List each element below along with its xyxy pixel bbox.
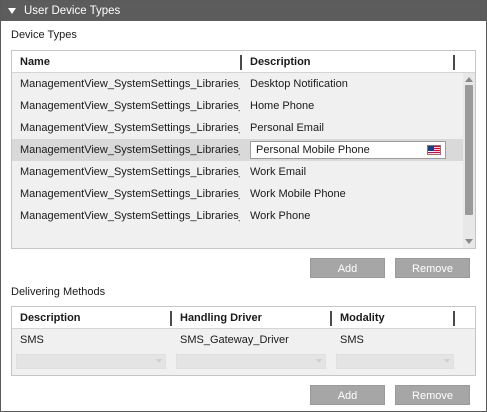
cell-description: Work Email xyxy=(250,166,307,178)
cell-name: ManagementView_SystemSettings_Libraries_ xyxy=(20,166,240,178)
new-handling-driver-field[interactable] xyxy=(176,354,326,369)
cell-name: ManagementView_SystemSettings_Libraries_ xyxy=(20,188,240,200)
table-row[interactable]: ManagementView_SystemSettings_Libraries_… xyxy=(12,205,464,227)
device-types-add-button[interactable]: Add xyxy=(310,258,385,278)
chevron-down-icon xyxy=(444,359,450,363)
us-flag-icon[interactable] xyxy=(427,145,441,155)
scroll-up-arrow-icon[interactable] xyxy=(465,77,473,82)
delivering-methods-label: Delivering Methods xyxy=(11,286,106,298)
column-header-description[interactable]: Description xyxy=(12,307,170,329)
column-header-name[interactable]: Name xyxy=(12,51,240,73)
table-row[interactable]: ManagementView_SystemSettings_Libraries_… xyxy=(12,117,464,139)
edit-field-text: Personal Mobile Phone xyxy=(256,144,370,156)
delivering-methods-grid: Description Handling Driver Modality SMS… xyxy=(11,306,476,376)
section-title: User Device Types xyxy=(24,5,121,17)
device-types-label: Device Types xyxy=(11,29,77,41)
cell-name: ManagementView_SystemSettings_Libraries_ xyxy=(20,78,240,90)
user-device-types-window: User Device Types Device Types Name Desc… xyxy=(0,0,487,412)
cell-modality: SMS xyxy=(340,334,364,346)
cell-description: Work Phone xyxy=(250,210,311,222)
scroll-down-arrow-icon[interactable] xyxy=(465,239,473,244)
new-description-field[interactable] xyxy=(16,354,166,369)
table-row-selected[interactable]: ManagementView_SystemSettings_Libraries_… xyxy=(12,139,464,161)
delivering-methods-grid-header: Description Handling Driver Modality xyxy=(12,307,475,329)
device-types-grid: Name Description ManagementView_SystemSe… xyxy=(11,50,476,249)
cell-handling-driver: SMS_Gateway_Driver xyxy=(180,334,289,346)
column-header-modality[interactable]: Modality xyxy=(332,307,454,329)
new-modality-field[interactable] xyxy=(336,354,454,369)
collapse-triangle-icon[interactable] xyxy=(8,8,16,14)
description-edit-field[interactable]: Personal Mobile Phone xyxy=(250,141,446,159)
table-row[interactable]: ManagementView_SystemSettings_Libraries_… xyxy=(12,95,464,117)
cell-description: Desktop Notification xyxy=(250,78,348,90)
vertical-scrollbar[interactable] xyxy=(463,73,475,248)
table-row[interactable]: SMS SMS_Gateway_Driver SMS xyxy=(12,329,475,351)
device-types-grid-header: Name Description xyxy=(12,51,475,73)
delivering-methods-remove-button[interactable]: Remove xyxy=(395,385,470,405)
table-row[interactable]: ManagementView_SystemSettings_Libraries_… xyxy=(12,183,464,205)
new-row-placeholder[interactable] xyxy=(12,351,475,373)
delivering-methods-add-button[interactable]: Add xyxy=(310,385,385,405)
device-types-remove-button[interactable]: Remove xyxy=(395,258,470,278)
cell-name: ManagementView_SystemSettings_Libraries_ xyxy=(20,144,240,156)
table-row[interactable]: ManagementView_SystemSettings_Libraries_… xyxy=(12,161,464,183)
cell-name: ManagementView_SystemSettings_Libraries_ xyxy=(20,122,240,134)
cell-name: ManagementView_SystemSettings_Libraries_ xyxy=(20,100,240,112)
cell-name: ManagementView_SystemSettings_Libraries_ xyxy=(20,210,240,222)
chevron-down-icon xyxy=(156,359,162,363)
cell-description: Home Phone xyxy=(250,100,315,112)
cell-description: Personal Email xyxy=(250,122,324,134)
cell-description: Work Mobile Phone xyxy=(250,188,346,200)
section-header[interactable]: User Device Types xyxy=(1,1,486,21)
table-row[interactable]: ManagementView_SystemSettings_Libraries_… xyxy=(12,73,464,95)
cell-description: SMS xyxy=(20,334,44,346)
column-separator[interactable] xyxy=(453,311,455,326)
column-header-handling-driver[interactable]: Handling Driver xyxy=(172,307,330,329)
scrollbar-thumb[interactable] xyxy=(465,85,473,215)
column-header-description[interactable]: Description xyxy=(242,51,454,73)
column-separator[interactable] xyxy=(453,55,455,70)
chevron-down-icon xyxy=(316,359,322,363)
